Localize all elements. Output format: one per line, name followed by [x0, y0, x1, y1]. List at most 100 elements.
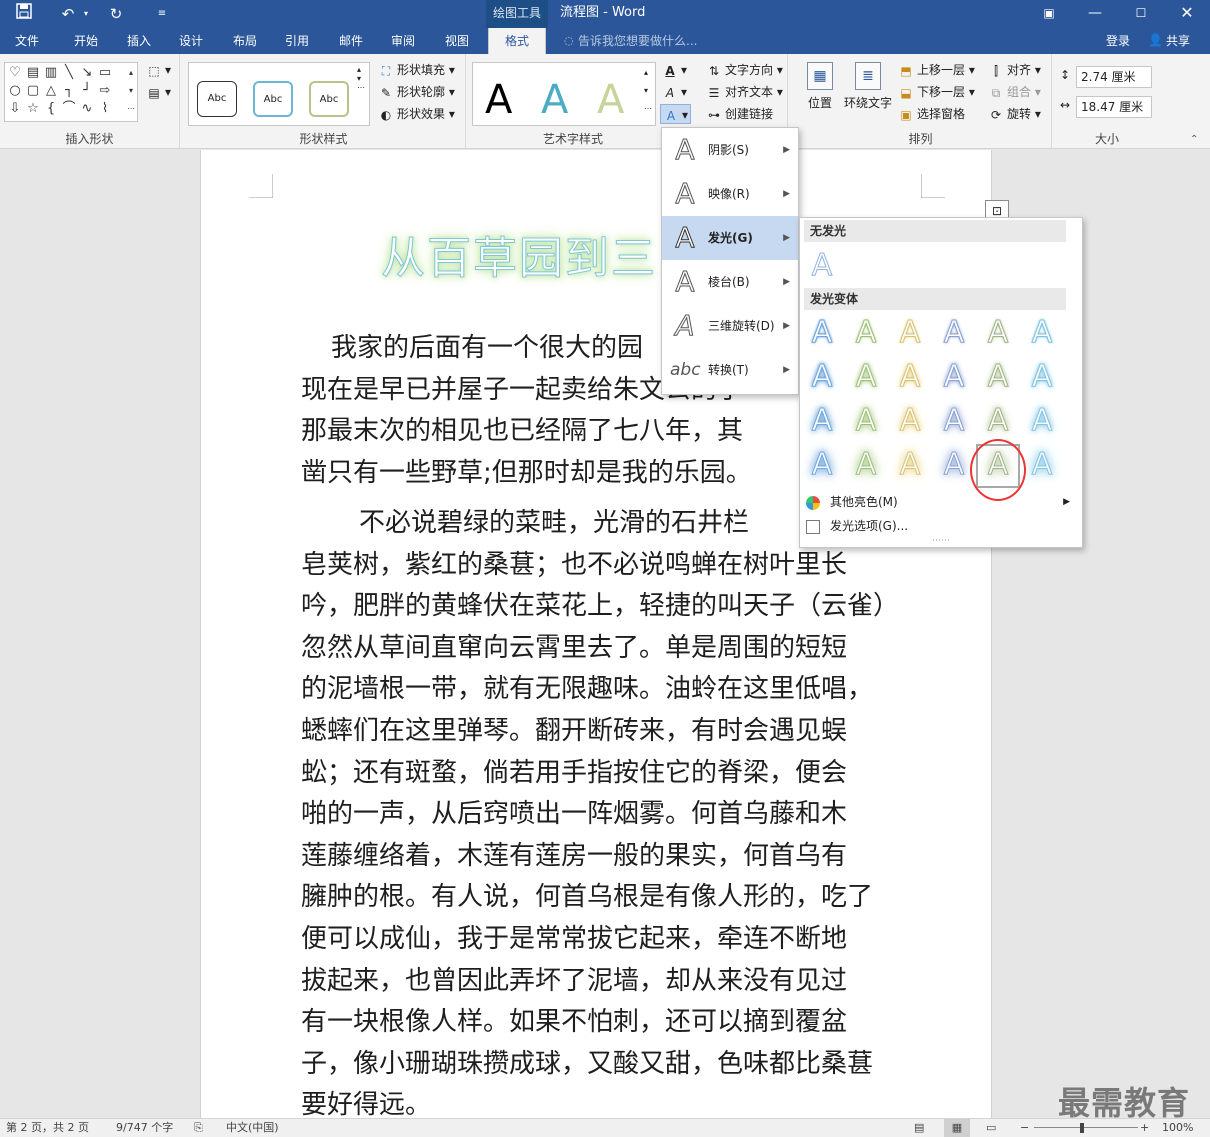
textbox-shape-icon[interactable]: ▤ [25, 65, 41, 81]
rounded-rect-icon[interactable]: ▢ [25, 83, 41, 99]
undo-icon[interactable]: ↶ [56, 3, 80, 25]
tab-layout[interactable]: 布局 [220, 28, 270, 54]
tell-me-box[interactable]: 告诉我您想要做什么... [578, 28, 697, 54]
glow-variant-r4-c2[interactable]: A [846, 445, 886, 485]
shape-fill-button[interactable]: ⛶ 形状填充 ▾ [378, 60, 455, 80]
zoom-slider-thumb[interactable] [1080, 1123, 1084, 1133]
paragraph-2[interactable]: 不必说碧绿的菜畦，光滑的石井栏 皂荚树，紫红的桑葚；也不必说鸣蝉在树叶里长 吟，肥胖… [301, 503, 923, 1118]
glow-variant-r1-c1[interactable]: A [802, 313, 842, 353]
align-button[interactable]: ⫿ 对齐 ▾ [988, 60, 1041, 80]
shape-width-field[interactable]: 18.47 厘米 [1076, 96, 1152, 118]
close-icon[interactable]: ✕ [1164, 0, 1210, 28]
tab-home[interactable]: 开始 [60, 28, 112, 54]
tab-format[interactable]: 格式 [488, 28, 546, 54]
group-button[interactable]: ⧉ 组合 ▾ [988, 82, 1041, 102]
wordart-style-3[interactable]: A [597, 77, 624, 123]
menu-item-glow[interactable]: A 发光(G) ▶ [662, 216, 798, 260]
no-glow-option[interactable]: A [802, 246, 842, 286]
brace-shape-icon[interactable]: { [43, 101, 59, 117]
gallery-more-icon[interactable]: ⋯ [123, 101, 139, 117]
glow-variant-r2-c4[interactable]: A [934, 357, 974, 397]
selection-pane-button[interactable]: ▣ 选择窗格 [898, 104, 965, 124]
glow-variant-r2-c5[interactable]: A [978, 357, 1018, 397]
shape-style-2[interactable]: Abc [253, 81, 293, 117]
zoom-slider[interactable] [1034, 1127, 1138, 1128]
glow-variant-r2-c2[interactable]: A [846, 357, 886, 397]
glow-variant-r4-c6[interactable]: A [1022, 445, 1062, 485]
gallery-up-icon[interactable]: ▴ [123, 65, 139, 81]
edit-shape-button[interactable]: ⬚ ▾ [146, 60, 171, 80]
glow-variant-r4-c1[interactable]: A [802, 445, 842, 485]
oval-shape-icon[interactable]: ○ [7, 83, 23, 99]
menu-item-shadow[interactable]: A 阴影(S) ▶ [662, 128, 798, 172]
line-shape-icon[interactable]: ╲ [61, 65, 77, 81]
glow-variant-r3-c3[interactable]: A [890, 401, 930, 441]
menu-item-reflection[interactable]: A 映像(R) ▶ [662, 172, 798, 216]
web-layout-icon[interactable]: ▭ [986, 1119, 996, 1137]
glow-variant-r4-c4[interactable]: A [934, 445, 974, 485]
share-button[interactable]: 共享 [1166, 28, 1190, 54]
glow-variant-r2-c6[interactable]: A [1022, 357, 1062, 397]
wordart-gallery-scroll-icon[interactable]: ▴ ▾ ⋯ [644, 64, 652, 118]
down-arrow-shape-icon[interactable]: ⇩ [7, 101, 23, 117]
read-mode-icon[interactable]: ▤ [914, 1119, 924, 1137]
glow-variant-r1-c4[interactable]: A [934, 313, 974, 353]
align-text-button[interactable]: ☰ 对齐文本 ▾ [706, 82, 783, 102]
minimize-icon[interactable]: — [1072, 0, 1118, 28]
star-shape-icon[interactable]: ☆ [25, 101, 41, 117]
menu-item-3d-rotation[interactable]: A 三维旋转(D) ▶ [662, 304, 798, 348]
tab-design[interactable]: 设计 [166, 28, 216, 54]
tab-review[interactable]: 审阅 [378, 28, 428, 54]
textbox-button[interactable]: ▤ ▾ [146, 82, 171, 102]
triangle-shape-icon[interactable]: △ [43, 83, 59, 99]
curve-shape-icon[interactable]: ∿ [79, 101, 95, 117]
shape-outline-button[interactable]: ✎ 形状轮廓 ▾ [378, 82, 455, 102]
wrap-text-button[interactable]: ≣ 环绕文字 [842, 62, 894, 111]
wordart-style-2[interactable]: A [541, 77, 568, 123]
language-indicator[interactable]: 中文(中国) [226, 1119, 279, 1137]
create-link-button[interactable]: ⊶ 创建链接 [706, 104, 773, 124]
freeform-shape-icon[interactable]: ⌇ [97, 101, 113, 117]
glow-variant-r1-c3[interactable]: A [890, 313, 930, 353]
vertical-textbox-icon[interactable]: ▥ [43, 65, 59, 81]
elbow-connector-icon[interactable]: ┐ [61, 83, 77, 99]
restore-ribbon-icon[interactable]: ▣ [1026, 0, 1072, 28]
save-icon[interactable] [12, 3, 36, 25]
customize-qat-icon[interactable]: ≡ [150, 3, 174, 25]
text-fill-button[interactable]: A ▾ [662, 60, 687, 80]
shapes-gallery[interactable]: ♡ ▤ ▥ ╲ ↘ ▭ ○ ▢ △ ┐ ┘ ⇨ ⇩ ☆ { ⌒ ∿ ⌇ ▴ ▾ … [4, 62, 138, 122]
elbow-arrow-icon[interactable]: ┘ [79, 83, 95, 99]
rectangle-shape-icon[interactable]: ▭ [97, 65, 113, 81]
wordart-title[interactable]: 从百草园到三 [381, 222, 657, 286]
send-backward-button[interactable]: ⬓ 下移一层 ▾ [898, 82, 975, 102]
wordart-gallery[interactable]: A A A [472, 62, 656, 126]
page-counter[interactable]: 第 2 页，共 2 页 [6, 1119, 89, 1137]
right-arrow-shape-icon[interactable]: ⇨ [97, 83, 113, 99]
redo-icon[interactable]: ↻ [104, 3, 128, 25]
zoom-out-icon[interactable]: − [1020, 1119, 1029, 1137]
maximize-icon[interactable]: ☐ [1118, 0, 1164, 28]
shape-effects-button[interactable]: ◐ 形状效果 ▾ [378, 104, 455, 124]
word-count[interactable]: 9/747 个字 [116, 1119, 173, 1137]
glow-variant-r3-c4[interactable]: A [934, 401, 974, 441]
gallery-down-icon[interactable]: ▾ [123, 83, 139, 99]
glow-variant-r1-c6[interactable]: A [1022, 313, 1062, 353]
text-effects-button[interactable]: A ▾ [660, 104, 692, 124]
glow-variant-r3-c2[interactable]: A [846, 401, 886, 441]
more-glow-colors-item[interactable]: 其他亮色(M) ▶ [806, 491, 1076, 513]
collapse-ribbon-icon[interactable]: ⌃ [1190, 134, 1198, 145]
glow-variant-r2-c3[interactable]: A [890, 357, 930, 397]
login-link[interactable]: 登录 [1106, 28, 1130, 54]
glow-variant-r1-c5[interactable]: A [978, 313, 1018, 353]
tab-mailings[interactable]: 邮件 [326, 28, 376, 54]
undo-dropdown-icon[interactable]: ▾ [80, 3, 92, 25]
tab-file[interactable]: 文件 [0, 28, 54, 54]
menu-item-bevel[interactable]: A 棱台(B) ▶ [662, 260, 798, 304]
tab-insert[interactable]: 插入 [114, 28, 164, 54]
proofing-icon[interactable]: ⎘ [194, 1119, 203, 1137]
shape-style-1[interactable]: Abc [197, 81, 237, 117]
text-outline-button[interactable]: A ▾ [662, 82, 687, 102]
resize-grip-icon[interactable]: ⋯⋯ [932, 536, 950, 546]
menu-item-transform[interactable]: abc 转换(T) ▶ [662, 348, 798, 392]
glow-variant-r3-c5[interactable]: A [978, 401, 1018, 441]
